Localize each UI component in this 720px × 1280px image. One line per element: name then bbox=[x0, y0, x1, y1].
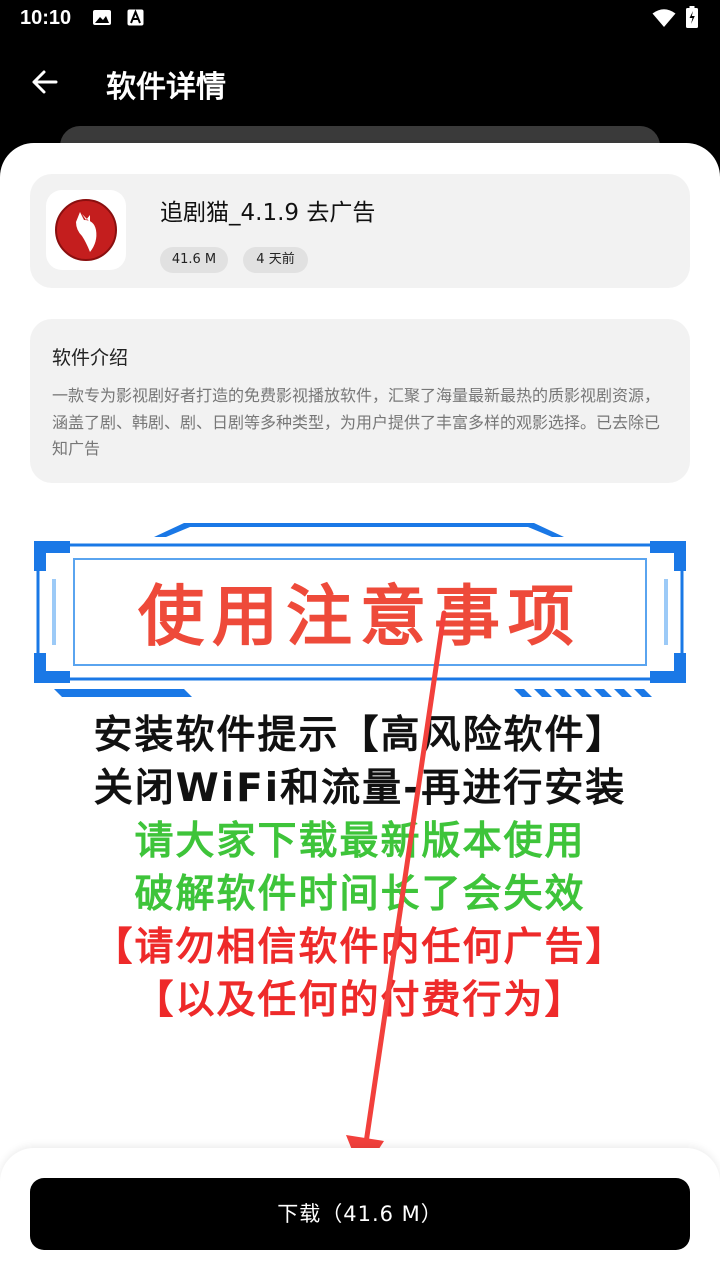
description-title: 软件介绍 bbox=[52, 347, 129, 369]
status-time: 10:10 bbox=[20, 7, 72, 29]
app-card: 追剧猫_4.1.9 去广告 41.6 M 4 天前 bbox=[30, 174, 690, 288]
image-icon bbox=[93, 10, 111, 25]
notice-line: 【请勿相信软件内任何广告】 bbox=[93, 925, 627, 970]
notice-lines: 安装软件提示【高风险软件】 关闭WiFi和流量-再进行安装 请大家下载最新版本使… bbox=[0, 709, 720, 1027]
notice-line: 【以及任何的付费行为】 bbox=[134, 978, 586, 1023]
app-icon bbox=[46, 190, 126, 270]
back-button[interactable] bbox=[24, 64, 64, 100]
detail-sheet: 追剧猫_4.1.9 去广告 41.6 M 4 天前 软件介绍 一款专为影视剧好者… bbox=[0, 143, 720, 1280]
wifi-icon bbox=[652, 9, 676, 27]
page-title: 软件详情 bbox=[106, 70, 226, 105]
notice-line: 请大家下载最新版本使用 bbox=[134, 819, 586, 864]
notice-line: 关闭WiFi和流量-再进行安装 bbox=[93, 766, 627, 811]
arrow-left-icon bbox=[32, 70, 58, 94]
description-text: 一款专为影视剧好者打造的免费影视播放软件，汇聚了海量最新最热的质影视剧资源，涵盖… bbox=[52, 386, 661, 458]
app-name: 追剧猫_4.1.9 去广告 bbox=[160, 200, 376, 226]
notice-image: 使用注意事项 安装软件提示【高风险软件】 关闭WiFi和流量-再进行安装 请大家… bbox=[0, 513, 720, 1033]
notice-line: 破解软件时间长了会失效 bbox=[134, 872, 586, 917]
download-button[interactable]: 下载（41.6 M） bbox=[30, 1178, 690, 1250]
notice-line: 安装软件提示【高风险软件】 bbox=[93, 713, 627, 758]
battery-icon bbox=[686, 6, 698, 28]
description-card: 软件介绍 一款专为影视剧好者打造的免费影视播放软件，汇聚了海量最新最热的质影视剧… bbox=[30, 319, 690, 483]
header: 软件详情 bbox=[0, 36, 720, 126]
a-icon bbox=[127, 9, 144, 26]
notice-title: 使用注意事项 bbox=[138, 578, 582, 655]
size-badge: 41.6 M bbox=[160, 247, 228, 273]
cat-logo-icon bbox=[55, 199, 117, 261]
bottom-bar: 下载（41.6 M） bbox=[0, 1148, 720, 1280]
updated-badge: 4 天前 bbox=[243, 247, 308, 273]
status-bar: 10:10 bbox=[0, 0, 720, 36]
